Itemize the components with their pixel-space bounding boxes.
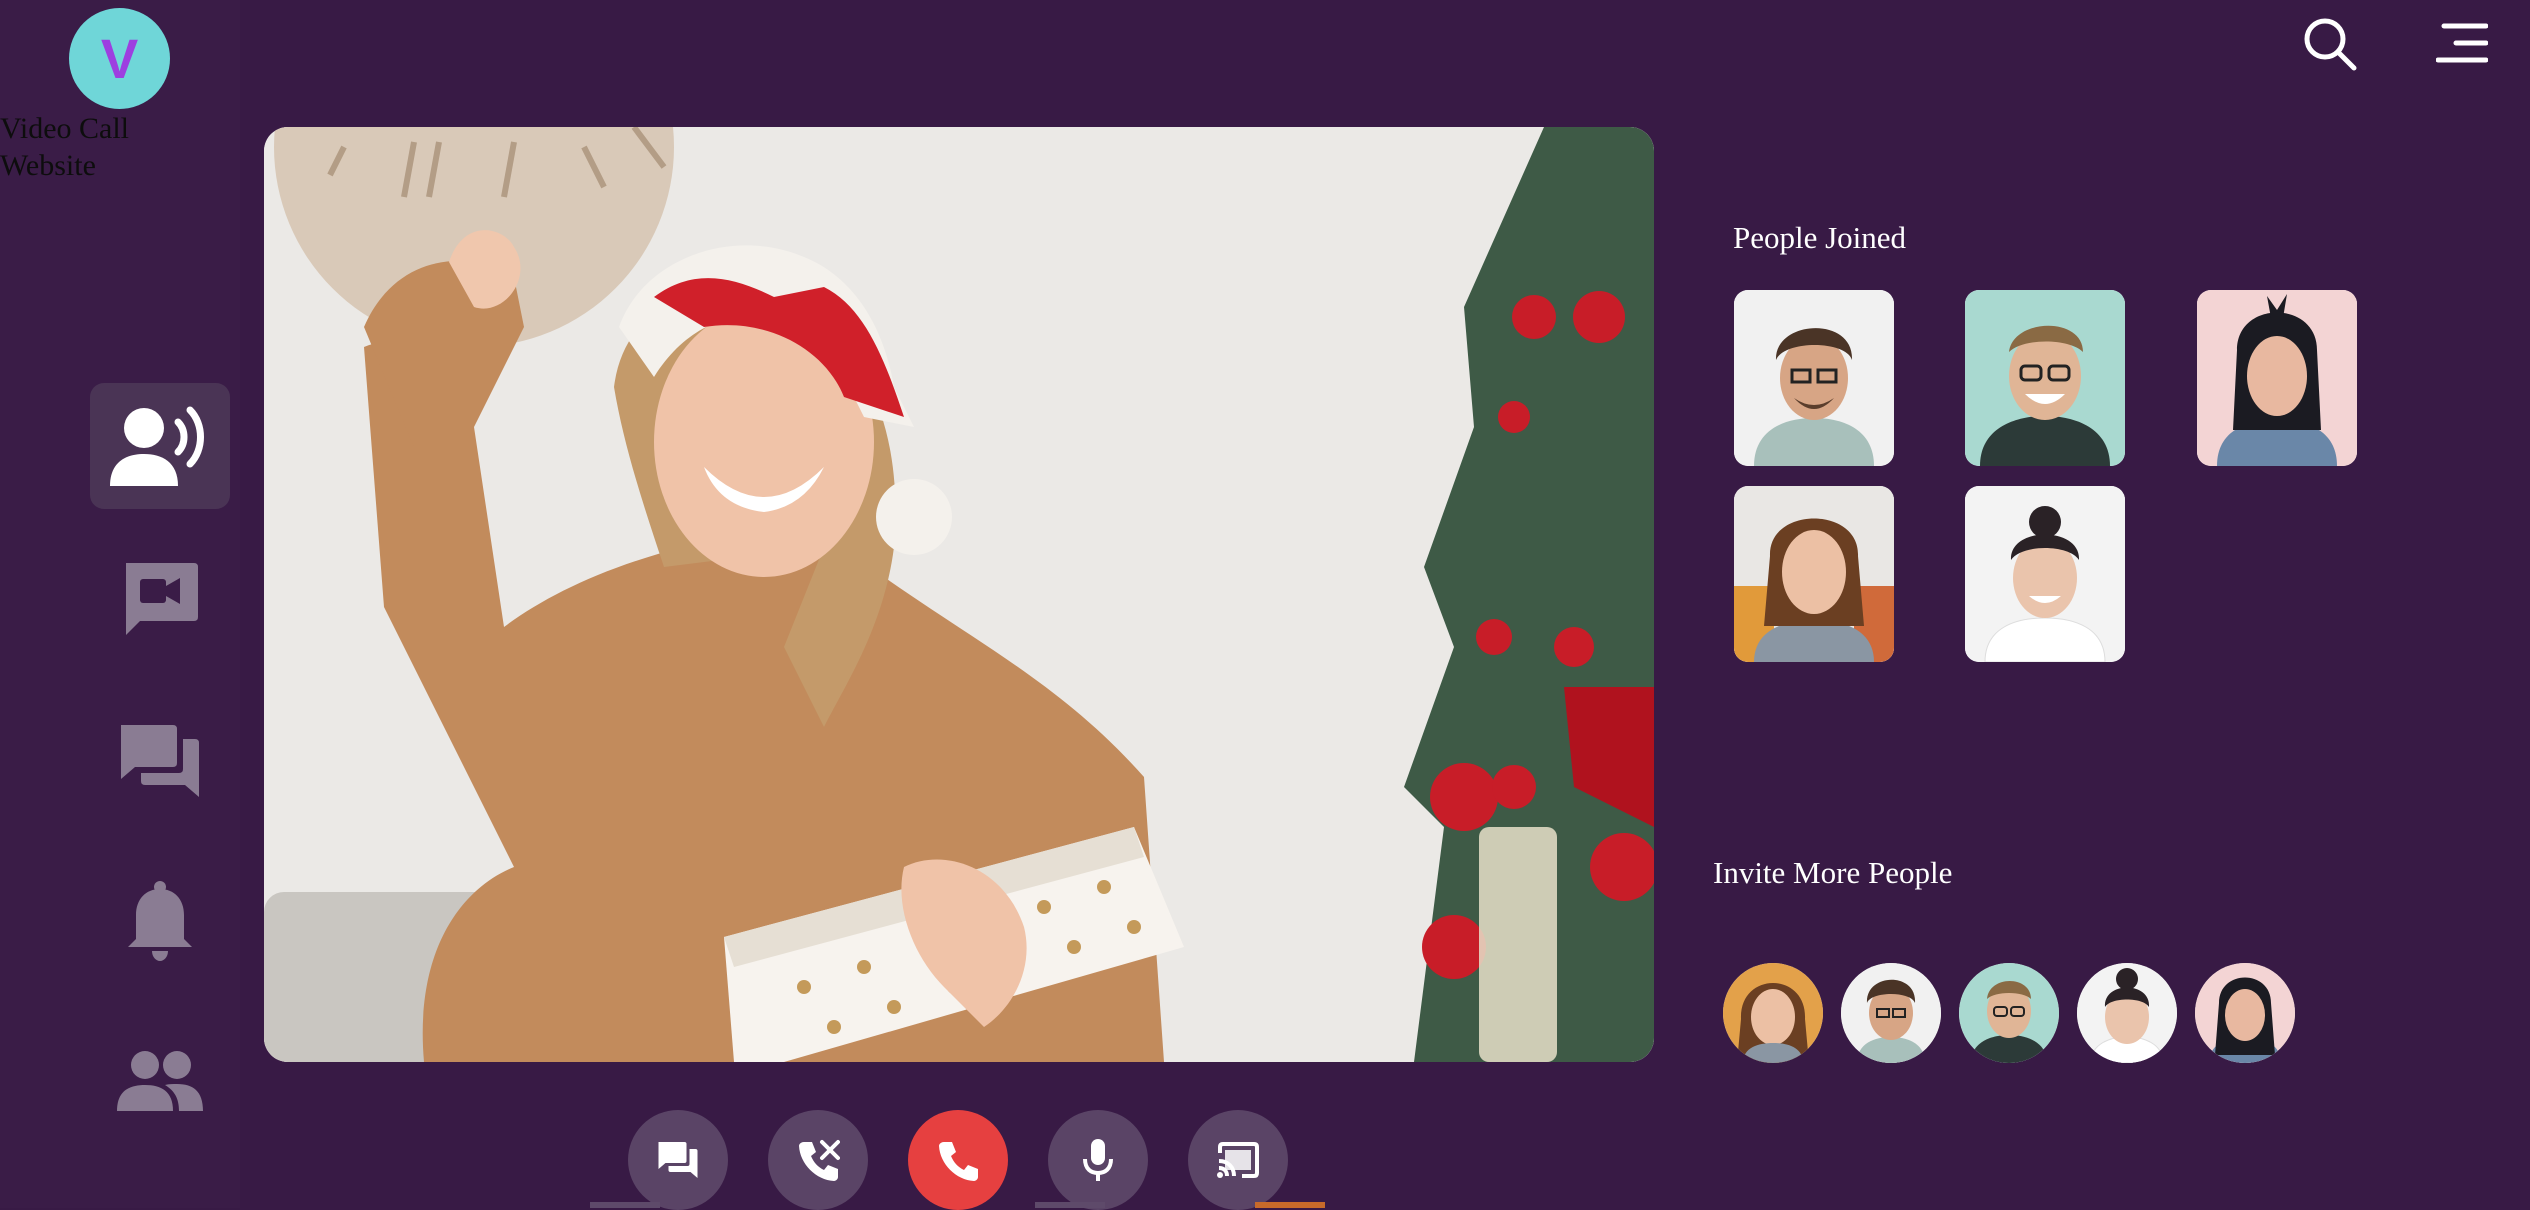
end-call-icon [939,1142,978,1181]
cast-icon [1217,1142,1259,1178]
sidebar-item-voice-chat[interactable] [90,383,230,509]
participant-photo [1965,290,2125,466]
menu-button[interactable] [2432,18,2492,68]
phone-mute-icon [799,1140,840,1181]
cast-button[interactable] [1188,1110,1288,1210]
invite-avatar[interactable] [2077,963,2177,1063]
chat-button[interactable] [628,1110,728,1210]
participant-photo [1734,290,1894,466]
participant-tile[interactable] [1734,486,1894,662]
participant-photo [2197,290,2357,466]
sidebar-item-notifications[interactable] [90,858,230,984]
participant-tile[interactable] [1965,486,2125,662]
search-button[interactable] [2300,14,2360,74]
participant-tile[interactable] [2197,290,2357,466]
logo[interactable]: V [69,8,170,109]
invite-avatar[interactable] [1959,963,2059,1063]
avatar-photo [1841,963,1941,1063]
bell-icon [128,881,192,961]
main-video-feed[interactable] [264,127,1654,1062]
sidebar-item-people[interactable] [90,1018,230,1144]
chat-icon [658,1142,698,1178]
people-joined-title: People Joined [1733,220,1907,255]
end-call-button[interactable] [908,1110,1008,1210]
microphone-button[interactable] [1048,1110,1148,1210]
indicator-bar [1035,1202,1105,1208]
indicator-bar [1255,1202,1325,1208]
menu-icon [2436,23,2488,63]
search-icon [2304,18,2357,71]
participant-photo [1965,486,2125,662]
avatar-photo [1959,963,2059,1063]
invite-avatar[interactable] [2195,963,2295,1063]
microphone-icon [1083,1139,1113,1181]
video-frame [264,127,1654,1062]
sidebar-item-video-message[interactable] [90,536,230,662]
invite-title: Invite More People [1713,855,1953,890]
avatar-photo [1723,963,1823,1063]
participant-tile[interactable] [1734,290,1894,466]
invite-avatar[interactable] [1841,963,1941,1063]
phone-mute-button[interactable] [768,1110,868,1210]
people-icon [117,1051,203,1111]
video-message-icon [126,563,198,635]
indicator-bar [590,1202,660,1208]
brand-name: Video Call Website [0,112,130,182]
chat-icon [121,725,199,797]
avatar-photo [2077,963,2177,1063]
invite-avatar[interactable] [1723,963,1823,1063]
logo-letter: V [100,26,139,90]
sidebar-item-chat[interactable] [90,698,230,824]
voice-chat-icon [110,406,204,486]
participant-tile[interactable] [1965,290,2125,466]
participant-photo [1734,486,1894,662]
avatar-photo [2195,963,2295,1063]
